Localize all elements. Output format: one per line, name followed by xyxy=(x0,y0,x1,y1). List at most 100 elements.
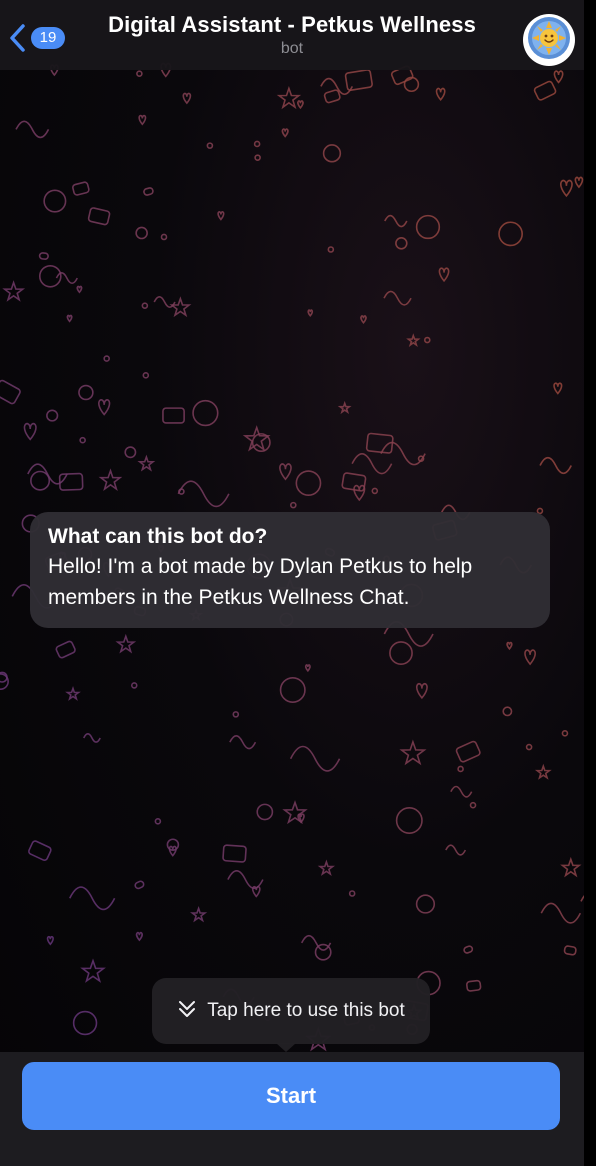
tooltip-text: Tap here to use this bot xyxy=(207,1000,405,1021)
doodle-shape xyxy=(337,400,352,415)
doodle-shape xyxy=(534,763,552,780)
doodle-shape xyxy=(506,641,513,651)
doodle-shape xyxy=(399,739,427,766)
doodle-shape xyxy=(242,425,271,452)
doodle-shape xyxy=(87,207,111,226)
doodle-shape xyxy=(78,384,94,401)
chat-title-area[interactable]: Digital Assistant - Petkus Wellness bot xyxy=(60,12,524,58)
doodle-shape xyxy=(23,422,37,441)
doodle-shape xyxy=(416,683,428,700)
doodle-shape xyxy=(141,302,149,309)
bot-avatar[interactable] xyxy=(523,14,575,66)
intro-title: What can this bot do? xyxy=(48,525,268,548)
doodle-shape xyxy=(232,711,240,718)
doodle-shape xyxy=(227,870,264,890)
doodle-shape xyxy=(136,70,143,77)
doodle-shape xyxy=(217,211,225,221)
doodle-shape xyxy=(553,70,564,84)
chat-header: 19 Digital Assistant - Petkus Wellness b… xyxy=(0,0,584,70)
back-button[interactable]: 19 xyxy=(6,20,65,56)
doodle-shape xyxy=(76,285,83,294)
doodle-shape xyxy=(154,818,162,825)
doodle-shape xyxy=(169,296,192,318)
doodle-shape xyxy=(415,894,436,914)
doodle-shape xyxy=(160,233,168,241)
doodle-shape xyxy=(457,765,464,773)
doodle-shape xyxy=(135,226,148,240)
doodle-shape xyxy=(389,641,413,665)
doodle-shape xyxy=(383,290,412,306)
tooltip-pointer xyxy=(276,1043,296,1052)
doodle-shape xyxy=(103,355,110,362)
start-button[interactable]: Start xyxy=(22,1062,560,1130)
doodle-shape xyxy=(563,945,577,956)
doodle-shape xyxy=(254,154,261,161)
doodle-shape xyxy=(281,128,289,138)
doodle-shape xyxy=(384,214,408,228)
doodle-shape xyxy=(124,446,137,459)
doodle-shape xyxy=(55,640,76,659)
doodle-shape xyxy=(322,144,342,163)
doodle-shape xyxy=(327,246,335,253)
doodle-shape xyxy=(455,740,481,763)
doodle-shape xyxy=(192,399,219,427)
chat-subtitle: bot xyxy=(280,40,304,57)
doodle-shape xyxy=(438,267,450,283)
doodle-shape xyxy=(206,142,214,149)
doodle-shape xyxy=(138,114,147,126)
doodle-shape xyxy=(98,399,111,416)
doodle-shape xyxy=(143,187,154,196)
doodle-shape xyxy=(307,309,314,318)
doodle-shape xyxy=(58,472,84,491)
doodle-shape xyxy=(348,890,356,897)
doodle-shape xyxy=(15,120,50,139)
doodle-shape xyxy=(177,480,230,508)
doodle-shape xyxy=(0,379,21,405)
doodle-shape xyxy=(323,89,341,104)
doodle-shape xyxy=(502,706,513,717)
chevron-left-icon xyxy=(6,22,28,54)
doodle-shape xyxy=(353,484,366,502)
doodle-shape xyxy=(317,859,336,876)
doodle-shape xyxy=(38,252,49,260)
start-hint-tooltip[interactable]: Tap here to use this bot xyxy=(152,978,430,1044)
doodle-shape xyxy=(561,730,569,737)
doodle-shape xyxy=(406,333,421,348)
doodle-shape xyxy=(560,179,573,198)
doodle-shape xyxy=(135,931,143,942)
doodle-shape xyxy=(83,733,101,743)
doodle-shape xyxy=(279,676,306,703)
screen-edge xyxy=(584,0,596,1166)
doodle-shape xyxy=(395,237,408,250)
doodle-shape xyxy=(417,455,425,462)
doodle-shape xyxy=(304,664,311,673)
doodle-shape xyxy=(137,454,156,472)
doodle-shape xyxy=(450,785,473,798)
doodle-shape xyxy=(469,801,477,809)
doodle-shape xyxy=(435,87,446,102)
doodle-shape xyxy=(395,807,423,834)
doodle-shape xyxy=(282,800,308,825)
doodle-shape xyxy=(134,880,145,890)
doodle-shape xyxy=(540,902,582,924)
doodle-shape xyxy=(69,886,116,911)
doodle-shape xyxy=(290,501,297,509)
doodle-shape xyxy=(463,945,474,954)
doodle-shape xyxy=(46,409,59,422)
doodle-shape xyxy=(115,633,137,654)
doodle-shape xyxy=(79,436,86,444)
doodle-shape xyxy=(182,92,192,105)
doodle-shape xyxy=(178,488,185,495)
doodle-shape xyxy=(256,803,274,821)
doodle-shape xyxy=(66,314,73,323)
doodle-shape xyxy=(533,80,557,101)
double-chevron-down-icon xyxy=(177,999,197,1024)
sun-avatar-icon xyxy=(527,16,571,65)
doodle-shape xyxy=(574,176,584,189)
doodle-shape xyxy=(465,979,482,992)
doodle-shape xyxy=(2,280,26,302)
doodle-shape xyxy=(28,840,52,862)
doodle-shape xyxy=(371,487,379,495)
chat-title: Digital Assistant - Petkus Wellness xyxy=(108,12,476,37)
doodle-shape xyxy=(65,686,81,701)
